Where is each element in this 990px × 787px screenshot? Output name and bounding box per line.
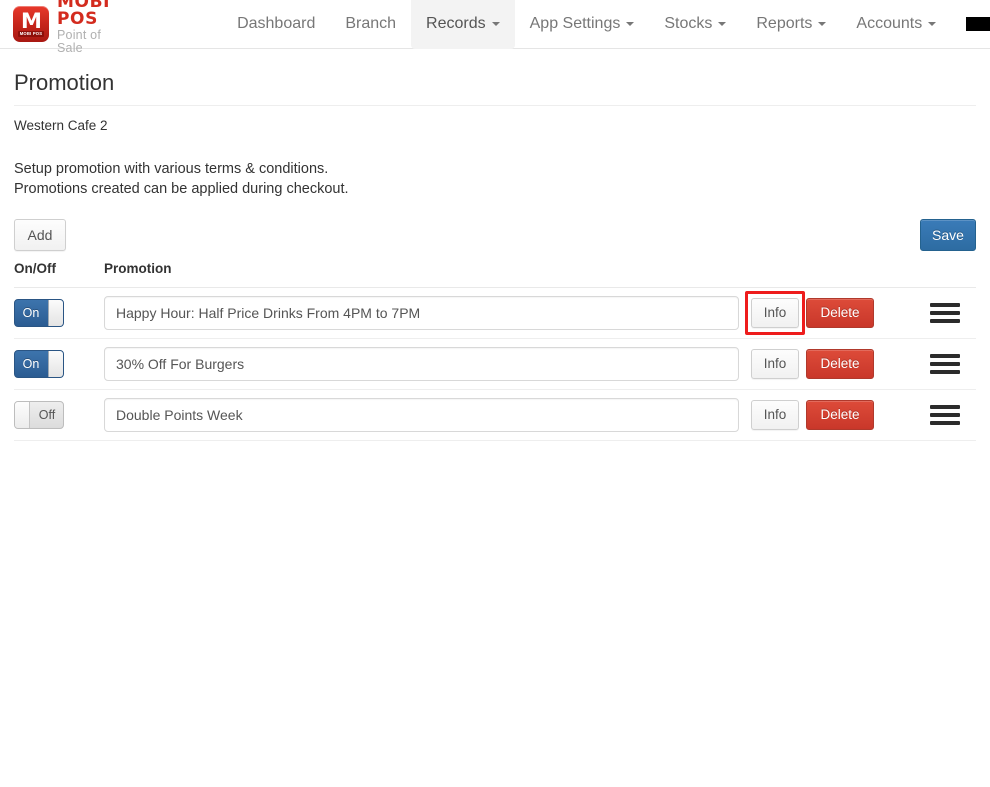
delete-button[interactable]: Delete [806, 349, 874, 379]
drag-handle-icon[interactable] [930, 303, 960, 323]
cell-toggle: Off [14, 401, 104, 429]
promotion-name-input[interactable] [104, 347, 739, 381]
promotion-toggle-switch[interactable]: On [14, 350, 64, 378]
nav-label-app-settings: App Settings [529, 15, 621, 32]
chevron-down-icon [626, 22, 635, 26]
table-header-row: On/Off Promotion [14, 261, 976, 288]
toggle-state-label: Off [38, 407, 56, 422]
branch-name: Western Cafe 2 [14, 118, 108, 133]
nav-label-accounts: Accounts [856, 15, 923, 32]
cell-promotion-name [104, 296, 751, 330]
toggle-state-label: On [22, 356, 40, 371]
description-line-1: Setup promotion with various terms & con… [14, 161, 329, 177]
add-button[interactable]: Add [14, 219, 66, 251]
cell-actions: Info Delete [745, 291, 914, 335]
promotion-name-input[interactable] [104, 296, 739, 330]
nav-label-dashboard: Dashboard [237, 15, 316, 32]
chevron-down-icon [491, 22, 500, 26]
mobi-pos-logo-icon: M MOBI POS [13, 6, 49, 42]
table-row: On Info Delete [14, 288, 976, 339]
logo-mark-subtext: MOBI POS [17, 31, 45, 37]
brand-logo[interactable]: M MOBI POS MOBI POS Point of Sale [0, 0, 110, 54]
nav-label-branch: Branch [345, 15, 397, 32]
drag-handle-icon[interactable] [930, 405, 960, 425]
cell-actions: Info Delete [751, 400, 914, 430]
cell-drag-handle [914, 405, 976, 425]
cell-promotion-name [104, 347, 751, 381]
promotion-toggle-switch[interactable]: On [14, 299, 64, 327]
promotion-table: On/Off Promotion On Info Delete [14, 261, 976, 441]
page-description: Setup promotion with various terms & con… [14, 159, 976, 199]
nav-item-stocks[interactable]: Stocks [649, 0, 741, 49]
info-button[interactable]: Info [751, 349, 799, 379]
delete-button[interactable]: Delete [806, 400, 874, 430]
nav-label-records: Records [426, 15, 486, 32]
page-container: Promotion Western Cafe 2 Setup promotion… [0, 70, 990, 441]
redacted-username [966, 17, 990, 31]
promotion-name-input[interactable] [104, 398, 739, 432]
chevron-down-icon [718, 22, 727, 26]
nav-item-reports[interactable]: Reports [741, 0, 841, 49]
cell-actions: Info Delete [751, 349, 914, 379]
info-button[interactable]: Info [751, 400, 799, 430]
toggle-knob [48, 300, 63, 326]
cell-toggle: On [14, 299, 104, 327]
nav-item-user-account[interactable] [951, 0, 990, 49]
nav-item-records[interactable]: Records [411, 0, 515, 49]
toggle-knob [15, 402, 30, 428]
logo-m-glyph: M [21, 9, 42, 33]
nav-item-dashboard[interactable]: Dashboard [222, 0, 330, 49]
nav-menu: Dashboard Branch Records App Settings St… [222, 0, 990, 49]
drag-handle-icon[interactable] [930, 354, 960, 374]
column-header-promotion: Promotion [104, 261, 172, 276]
nav-label-stocks: Stocks [664, 15, 713, 32]
cell-promotion-name [104, 398, 751, 432]
info-button[interactable]: Info [751, 298, 799, 328]
chevron-down-icon [928, 22, 937, 26]
delete-button[interactable]: Delete [806, 298, 874, 328]
brand-title: MOBI POS [57, 0, 111, 29]
top-navbar: M MOBI POS MOBI POS Point of Sale Dashbo… [0, 0, 990, 54]
cell-drag-handle [914, 354, 976, 374]
save-button[interactable]: Save [920, 219, 976, 251]
toggle-knob [48, 351, 63, 377]
nav-item-accounts[interactable]: Accounts [841, 0, 951, 49]
table-row: Off Info Delete [14, 390, 976, 441]
brand-wordmark: MOBI POS Point of Sale [57, 0, 110, 54]
cell-drag-handle [914, 303, 976, 323]
table-row: On Info Delete [14, 339, 976, 390]
chevron-down-icon [818, 22, 827, 26]
nav-item-app-settings[interactable]: App Settings [515, 0, 650, 49]
brand-subtitle: Point of Sale [57, 28, 101, 55]
toolbar: Add Save [14, 219, 976, 251]
toggle-state-label: On [22, 305, 40, 320]
promotion-toggle-switch[interactable]: Off [14, 401, 64, 429]
page-title: Promotion [14, 70, 976, 106]
cell-toggle: On [14, 350, 104, 378]
info-button-highlight: Info [745, 291, 805, 335]
nav-item-branch[interactable]: Branch [330, 0, 411, 49]
column-header-onoff: On/Off [14, 261, 56, 276]
nav-label-reports: Reports [756, 15, 813, 32]
description-line-2: Promotions created can be applied during… [14, 181, 349, 197]
